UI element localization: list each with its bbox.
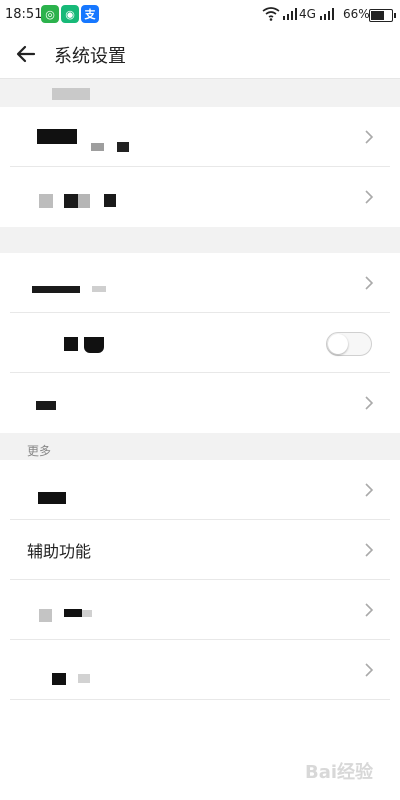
battery-percent: 66% xyxy=(343,7,370,21)
redacted-label xyxy=(78,674,90,683)
section-header-more: 更多 xyxy=(0,433,400,460)
redacted-label xyxy=(32,286,80,293)
redacted-label xyxy=(52,673,66,685)
chevron-right-icon xyxy=(365,603,374,617)
section-header xyxy=(0,79,400,107)
signal-icon xyxy=(283,8,297,20)
chevron-right-icon xyxy=(365,483,374,497)
redacted-label xyxy=(117,142,129,152)
battery-icon xyxy=(369,9,396,22)
settings-row-toggle xyxy=(0,313,400,373)
alipay-icon: 支 xyxy=(81,5,99,23)
redacted-label xyxy=(78,194,90,208)
redacted-section-title xyxy=(52,88,90,100)
wechat-icon: ◎ xyxy=(41,5,59,23)
settings-row-accessibility[interactable]: 辅助功能 xyxy=(0,520,400,580)
toggle-knob xyxy=(328,334,348,354)
page-title: 系统设置 xyxy=(54,46,126,67)
settings-row-redacted-5[interactable] xyxy=(0,373,400,433)
top-app-bar: 系统设置 xyxy=(0,30,400,79)
settings-row-redacted-9[interactable] xyxy=(0,640,400,700)
status-time: 18:51 xyxy=(5,7,43,22)
chevron-right-icon xyxy=(365,130,374,144)
redacted-label xyxy=(39,609,52,622)
redacted-label xyxy=(37,129,77,144)
section-title: 更多 xyxy=(27,444,52,458)
redacted-label xyxy=(84,337,104,353)
redacted-label xyxy=(64,194,78,208)
status-bar: 18:51 ◎ ◉ 支 4G 66% xyxy=(0,0,400,30)
chevron-right-icon xyxy=(365,396,374,410)
redacted-label xyxy=(36,401,56,410)
accessibility-label: 辅助功能 xyxy=(27,542,92,561)
chevron-right-icon xyxy=(365,190,374,204)
signal-icon xyxy=(320,8,334,20)
toggle-switch[interactable] xyxy=(326,332,372,356)
wifi-icon xyxy=(262,7,280,21)
settings-row-redacted-8[interactable] xyxy=(0,580,400,640)
redacted-label xyxy=(82,610,92,617)
chevron-right-icon xyxy=(365,663,374,677)
battery-fill xyxy=(371,11,384,20)
settings-row-redacted-1[interactable] xyxy=(0,107,400,167)
redacted-label xyxy=(64,337,78,351)
chevron-right-icon xyxy=(365,276,374,290)
settings-row-redacted-6[interactable] xyxy=(0,460,400,520)
redacted-label xyxy=(38,492,66,504)
section-header xyxy=(0,227,400,253)
message-app-icon: ◉ xyxy=(61,5,79,23)
watermark: Bai经验 xyxy=(305,762,374,783)
network-type: 4G xyxy=(299,7,316,21)
chevron-right-icon xyxy=(365,543,374,557)
redacted-label xyxy=(39,194,53,208)
redacted-label xyxy=(91,143,104,151)
settings-row-redacted-2[interactable] xyxy=(0,167,400,227)
redacted-label xyxy=(104,194,116,207)
settings-row-redacted-3[interactable] xyxy=(0,253,400,313)
redacted-label xyxy=(64,609,82,617)
redacted-label xyxy=(92,286,106,292)
arrow-left-icon[interactable] xyxy=(14,42,38,66)
